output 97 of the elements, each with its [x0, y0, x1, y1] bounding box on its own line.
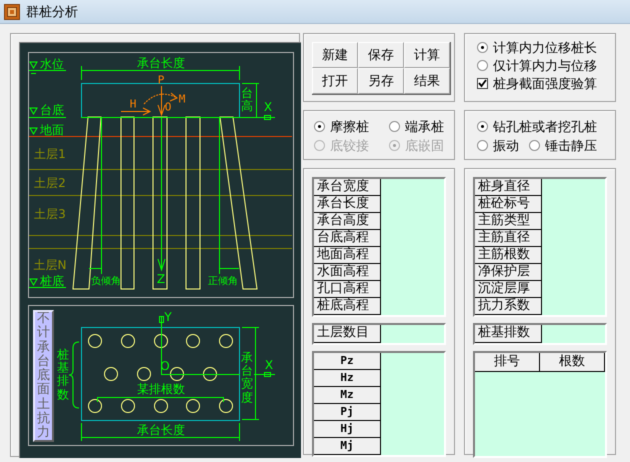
- diagram-label: 承台长度: [137, 424, 185, 436]
- row-header: 桩身直径: [475, 179, 542, 196]
- option-label: 端承桩: [405, 118, 444, 136]
- toolbar-button[interactable]: 另存: [358, 68, 404, 94]
- pile-circle: [154, 334, 168, 348]
- diagram-label: 水位: [40, 58, 64, 70]
- row-header: 主筋根数: [475, 247, 542, 264]
- pile-circle: [170, 367, 184, 381]
- radio-button[interactable]: [477, 60, 488, 71]
- row-header: 主筋直径: [475, 230, 542, 247]
- diagram-label: 承台宽度: [241, 352, 253, 404]
- row-header: Hj: [314, 421, 381, 438]
- app-icon: [4, 4, 20, 20]
- column-header: 排号: [475, 353, 540, 372]
- toolbar-button[interactable]: 打开: [312, 68, 358, 94]
- diagram-label: 负倾角: [90, 277, 121, 287]
- pile-circle: [121, 399, 135, 413]
- checkbox[interactable]: [477, 78, 488, 89]
- diagram-label: X: [264, 359, 274, 371]
- diagram-label: 土层N: [34, 259, 66, 271]
- row-header: 净保护层: [475, 264, 542, 281]
- diagram-label: 台高: [241, 86, 253, 114]
- row-header: 地面高程: [314, 247, 381, 264]
- option-label: 桩身截面强度验算: [493, 76, 597, 92]
- soil-resistance-toggle-button[interactable]: 不计承台底面土抗力: [33, 310, 54, 442]
- diagram-label: 桩底: [40, 275, 64, 287]
- dimension-line: [242, 82, 260, 118]
- pile-circle: [219, 399, 233, 413]
- radio-button[interactable]: [477, 140, 488, 151]
- diagram-label: 承台长度: [137, 57, 185, 69]
- row-header: Hz: [314, 370, 381, 387]
- diagram-label: 正倾角: [208, 277, 238, 287]
- elevation-marker-icon: [29, 128, 38, 135]
- diagram-label: Z: [156, 273, 166, 285]
- row-header: 抗力系数: [475, 298, 542, 315]
- pile-circle: [121, 334, 135, 348]
- row-header: 水面高程: [314, 264, 381, 281]
- radio-button[interactable]: [314, 121, 325, 132]
- column-header: 根数: [540, 353, 605, 372]
- toolbar-button[interactable]: 计算: [404, 42, 450, 68]
- radio-button[interactable]: [477, 121, 488, 132]
- diagram-label: 土层3: [34, 208, 66, 220]
- radio-button[interactable]: [529, 140, 540, 151]
- pile-circle: [186, 334, 200, 348]
- option-label: 振动: [493, 138, 519, 154]
- load-arrows-drawing: [120, 86, 178, 117]
- diagram-label: 土层2: [34, 177, 66, 189]
- option-label: 计算内力位移桩长: [493, 40, 597, 56]
- window-title: 群桩分析: [26, 4, 78, 20]
- radio-button[interactable]: [389, 121, 400, 132]
- diagram-label: Y: [164, 311, 172, 323]
- toolbar-button[interactable]: 结果: [404, 68, 450, 94]
- diagram-label: 地面: [40, 124, 64, 136]
- pile-circle: [203, 367, 217, 381]
- row-header: 承台宽度: [314, 179, 381, 196]
- option-label: 摩擦桩: [330, 118, 369, 136]
- diagram-label: 桩基排数: [57, 348, 69, 402]
- option-label: 仅计算内力与位移: [493, 58, 597, 74]
- option-label: 底嵌固: [405, 138, 444, 154]
- diagram-label: 某排根数: [137, 383, 185, 395]
- diagram-label: 土层1: [34, 148, 66, 160]
- pile-circle: [154, 399, 168, 413]
- diagram-label: H: [130, 98, 136, 110]
- row-header: Mj: [314, 438, 381, 455]
- toolbar-button[interactable]: 新建: [312, 42, 358, 68]
- elevation-marker-icon: [29, 108, 38, 115]
- row-header: 孔口高程: [314, 281, 381, 298]
- row-header: Mz: [314, 387, 381, 404]
- pile-circle: [137, 367, 151, 381]
- option-label: 锤击静压: [545, 138, 597, 154]
- pile-circle: [219, 334, 233, 348]
- y-axis-arrow: [159, 316, 164, 374]
- pile-circle: [104, 367, 118, 381]
- row-header: 桩砼标号: [475, 196, 542, 213]
- row-header: 桩底高程: [314, 298, 381, 315]
- option-label: 钻孔桩或者挖孔桩: [493, 118, 597, 136]
- diagram-label: O: [164, 102, 172, 112]
- row-header: 台底高程: [314, 230, 381, 247]
- brace-line: [68, 342, 80, 408]
- option-label: 底铰接: [330, 138, 369, 154]
- row-header: 承台长度: [314, 196, 381, 213]
- pile-circle: [186, 399, 200, 413]
- radio-button[interactable]: [477, 42, 488, 53]
- row-header: Pj: [314, 404, 381, 421]
- diagram-label: 台底: [40, 104, 64, 116]
- diagram-label: P: [158, 74, 164, 86]
- row-header: 土层数目: [314, 325, 381, 343]
- pile-circle: [88, 334, 102, 348]
- toolbar-button[interactable]: 保存: [358, 42, 404, 68]
- pile-circle: [88, 399, 102, 413]
- row-header: 主筋类型: [475, 213, 542, 230]
- row-header: 沉淀层厚: [475, 281, 542, 298]
- row-header: 承台高度: [314, 213, 381, 230]
- row-header: 桩基排数: [475, 325, 542, 343]
- row-header: Pz: [314, 353, 381, 370]
- diagram-label: X: [264, 101, 272, 113]
- diagram-label: M: [178, 94, 186, 104]
